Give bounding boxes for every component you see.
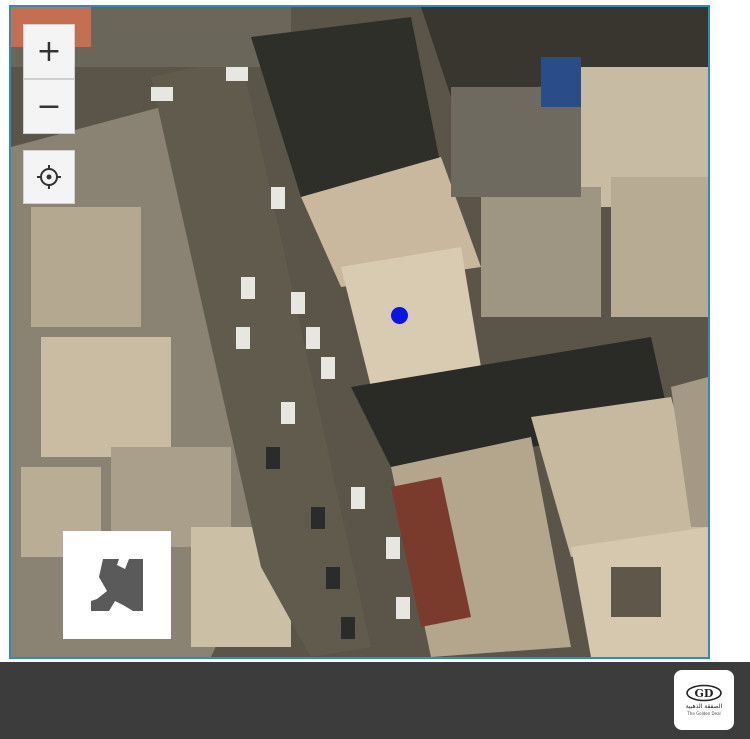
logo-text-english: The Golden Deal (687, 711, 721, 716)
layer-switcher-button[interactable] (63, 531, 171, 639)
locate-me-button[interactable] (23, 150, 75, 204)
zoom-out-button[interactable]: − (23, 79, 75, 134)
current-location-marker[interactable] (391, 307, 408, 324)
zoom-in-button[interactable]: + (23, 24, 75, 79)
logo-text-arabic: الصفقة الذهبية (685, 703, 723, 710)
crosshair-icon (37, 165, 61, 189)
golden-deal-logo-icon: GD (686, 684, 722, 702)
svg-text:GD: GD (695, 687, 714, 700)
map-layer-icon (91, 559, 143, 611)
footer-bar (0, 662, 750, 739)
brand-logo: GD الصفقة الذهبية The Golden Deal (674, 670, 734, 730)
